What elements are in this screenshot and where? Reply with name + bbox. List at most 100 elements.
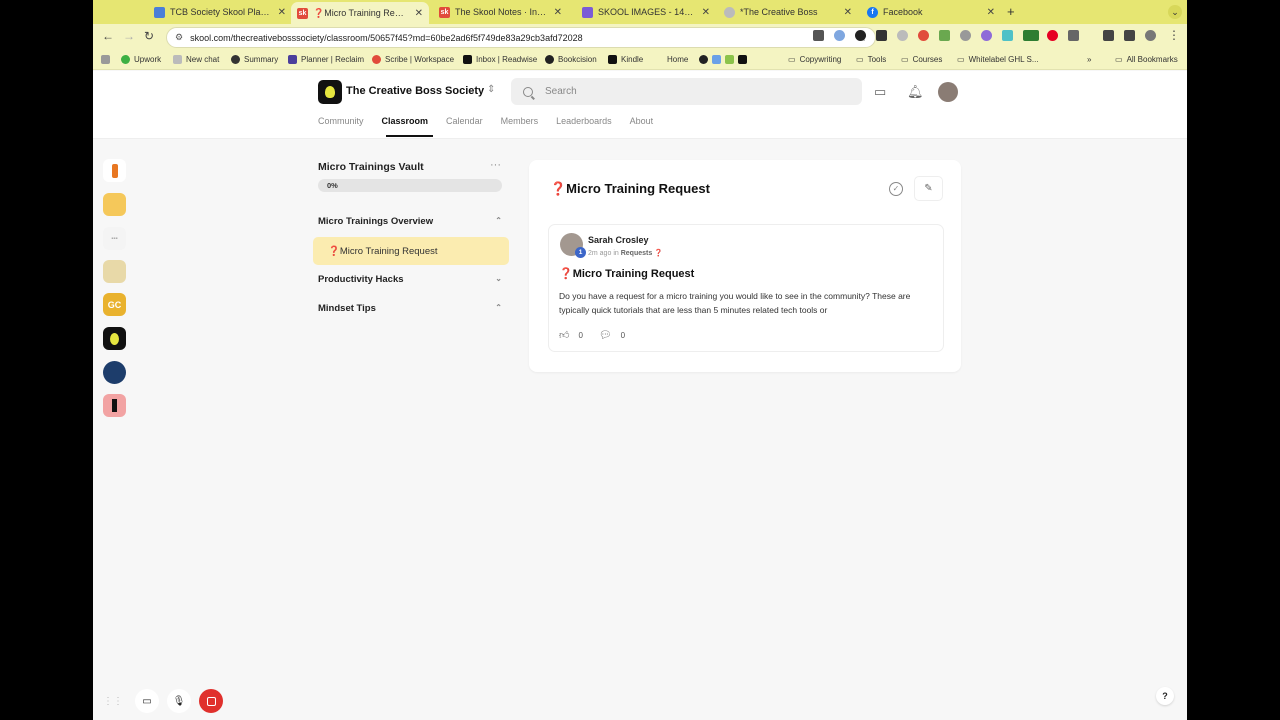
close-icon[interactable]: ✕ <box>278 7 286 18</box>
edit-icon[interactable]: ✎ <box>914 176 943 201</box>
community-icon-cream[interactable] <box>103 260 126 283</box>
bell-icon[interactable]: 🔔︎ <box>907 84 924 100</box>
bookmark-kindle[interactable]: Kindle <box>608 55 643 64</box>
community-icon-light[interactable]: ▪▪▪ <box>103 227 126 250</box>
post-meta: 2m ago in Requests ❓ <box>588 250 663 257</box>
extension-icon[interactable] <box>960 30 971 41</box>
tab-members[interactable]: Members <box>501 116 539 126</box>
tab-creative-boss[interactable]: *The Creative Boss ✕ <box>718 2 858 22</box>
bookmark-summary[interactable]: Summary <box>231 55 278 64</box>
community-icon-blue[interactable] <box>103 361 126 384</box>
bookmark-folder-copywriting[interactable]: ▭ Copywriting <box>788 55 841 64</box>
extension-puzzle-icon[interactable] <box>101 55 114 64</box>
chat-icon[interactable]: ▭ <box>874 84 886 100</box>
close-icon[interactable]: ✕ <box>702 7 710 18</box>
close-icon[interactable]: ✕ <box>844 7 852 18</box>
tab-tcb-plan[interactable]: TCB Society Skool Plan - Go... ✕ <box>148 2 292 22</box>
tab-calendar[interactable]: Calendar <box>446 116 483 126</box>
address-bar[interactable]: ⚙ skool.com/thecreativebosssociety/class… <box>166 27 876 48</box>
bookmark-readwise[interactable]: Inbox | Readwise <box>463 55 537 64</box>
avatar[interactable] <box>938 82 958 102</box>
facebook-icon: f <box>867 6 878 18</box>
community-icon-creative-boss[interactable] <box>103 327 126 350</box>
bookmark-bookcision[interactable]: Bookcision <box>545 55 597 64</box>
browser-menu-icon[interactable]: ⋮ <box>1168 28 1180 42</box>
tab-micro-training[interactable]: sk ❓Micro Training Request - M... ✕ <box>291 2 429 24</box>
reload-button[interactable]: ↻ <box>144 29 154 43</box>
extension-icon[interactable] <box>939 30 950 41</box>
extension-icon[interactable] <box>918 30 929 41</box>
comment-icon[interactable]: 💬︎ <box>599 330 612 341</box>
embedded-post[interactable]: 1 Sarah Crosley 2m ago in Requests ❓ ❓Mi… <box>548 224 944 352</box>
bookmarks-overflow-icon[interactable]: » <box>1087 55 1091 64</box>
close-icon[interactable]: ✕ <box>415 8 423 19</box>
tab-about[interactable]: About <box>630 116 654 126</box>
lightbulb-icon <box>325 86 335 98</box>
extension-icon[interactable] <box>876 30 887 41</box>
bookmark-folder-all[interactable]: ▭ All Bookmarks <box>1115 55 1178 64</box>
bookmark-scribe[interactable]: Scribe | Workspace <box>372 55 454 64</box>
bookmark-folder-whitelabel[interactable]: ▭ Whitelabel GHL S... <box>957 55 1039 64</box>
stop-recording-button[interactable] <box>199 689 223 713</box>
site-info-icon[interactable]: ⚙ <box>175 32 183 43</box>
side-panel-icon[interactable] <box>1124 30 1135 41</box>
new-tab-button[interactable]: + <box>1007 4 1015 19</box>
extensions-icon[interactable] <box>1068 30 1079 41</box>
close-icon[interactable]: ✕ <box>987 7 995 18</box>
site-header: The Creative Boss Society ⇕ Search ▭ 🔔︎ … <box>93 71 1187 139</box>
tab-skool-images[interactable]: SKOOL IMAGES - 1400 × 79... ✕ <box>576 2 716 22</box>
pinterest-icon[interactable] <box>1047 30 1058 41</box>
extension-icon[interactable] <box>897 30 908 41</box>
bookmark-new-chat[interactable]: New chat <box>173 55 219 64</box>
extension-icon[interactable] <box>981 30 992 41</box>
community-icon-yellow[interactable] <box>103 193 126 216</box>
bookmark-folder-tools[interactable]: ▭ Tools <box>856 55 886 64</box>
mark-complete-icon[interactable]: ✓ <box>889 182 903 196</box>
extension-icon[interactable] <box>855 30 866 41</box>
community-icon-gc[interactable]: GC <box>103 293 126 316</box>
close-icon[interactable]: ✕ <box>554 7 562 18</box>
lesson-item-active[interactable]: ❓Micro Training Request <box>313 237 509 265</box>
bookmark-reclaim[interactable]: Planner | Reclaim <box>288 55 364 64</box>
chevron-up-icon: ⌃ <box>495 216 502 225</box>
group-logo[interactable] <box>318 80 342 104</box>
bookmark-home[interactable]: Home <box>667 55 688 64</box>
bookmarks-bar: Upwork New chat Summary Planner | Reclai… <box>93 50 1187 70</box>
profile-icon[interactable] <box>1145 30 1156 41</box>
section-productivity[interactable]: Productivity Hacks ⌄ <box>318 274 502 285</box>
extension-icon[interactable] <box>1023 30 1039 41</box>
post-author[interactable]: Sarah Crosley <box>588 235 649 245</box>
extension-icon[interactable] <box>1002 30 1013 41</box>
section-overview[interactable]: Micro Trainings Overview ⌃ <box>318 216 502 227</box>
download-icon[interactable] <box>1103 30 1114 41</box>
group-switcher-icon[interactable]: ⇕ <box>487 84 495 95</box>
bookmark-icons[interactable] <box>699 55 751 64</box>
bookmark-folder-courses[interactable]: ▭ Courses <box>901 55 942 64</box>
more-options-icon[interactable]: ··· <box>490 159 501 171</box>
search-input[interactable]: Search <box>511 78 862 105</box>
tab-facebook[interactable]: f Facebook ✕ <box>861 2 1001 22</box>
tab-classroom[interactable]: Classroom <box>382 116 429 126</box>
extension-icon[interactable] <box>834 30 845 41</box>
section-mindset[interactable]: Mindset Tips ⌃ <box>318 303 502 314</box>
group-name[interactable]: The Creative Boss Society <box>346 85 484 97</box>
back-button[interactable]: ← <box>102 29 114 43</box>
community-icon-torch[interactable] <box>103 159 126 182</box>
post-title[interactable]: ❓Micro Training Request <box>559 267 694 280</box>
like-icon[interactable]: 👍︎ <box>559 329 569 341</box>
tab-skool-notes[interactable]: sk The Skool Notes · Invite-Only... ✕ <box>433 2 568 22</box>
camera-icon[interactable]: ▭ <box>135 689 159 713</box>
forward-button[interactable]: → <box>123 29 135 43</box>
community-icon-pink[interactable] <box>103 394 126 417</box>
bookmark-upwork[interactable]: Upwork <box>121 55 161 64</box>
tab-search-button[interactable]: ⌄ <box>1168 5 1182 19</box>
canva-icon <box>582 6 593 18</box>
help-button[interactable]: ? <box>1156 687 1174 705</box>
drag-handle-icon[interactable]: ⋮⋮ <box>103 696 123 707</box>
extension-icon[interactable] <box>813 30 824 41</box>
post-category[interactable]: Requests <box>621 250 653 257</box>
microphone-icon[interactable]: 🎙︎ <box>167 689 191 713</box>
tab-community[interactable]: Community <box>318 116 364 126</box>
tab-leaderboards[interactable]: Leaderboards <box>556 116 612 126</box>
globe-icon <box>724 6 735 18</box>
